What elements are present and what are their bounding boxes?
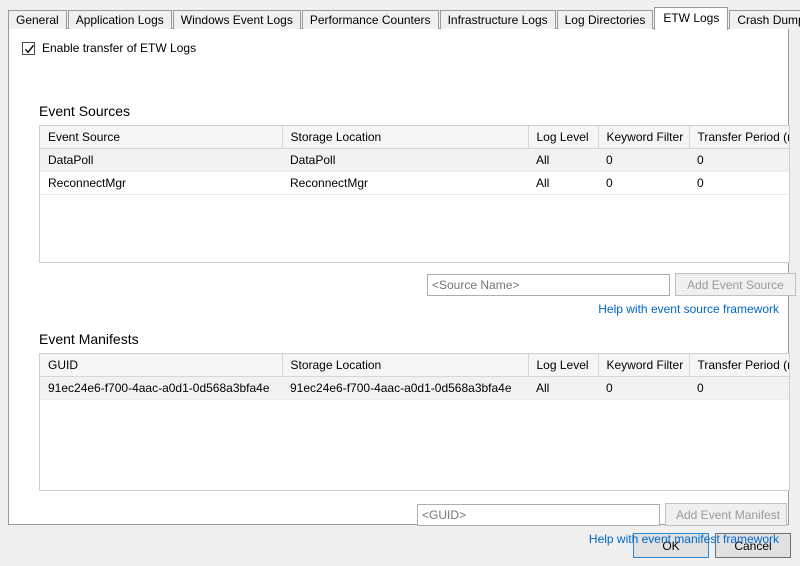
column-header-guid[interactable]: GUID xyxy=(40,354,283,377)
column-header-event-source[interactable]: Event Source xyxy=(40,126,283,149)
table-row[interactable]: ReconnectMgr ReconnectMgr All 0 0 xyxy=(40,171,789,195)
tab-strip: General Application Logs Windows Event L… xyxy=(8,7,800,30)
grid-header-row: GUID Storage Location Log Level Keyword … xyxy=(40,354,789,377)
tab-performance-counters[interactable]: Performance Counters xyxy=(301,10,439,29)
tab-general[interactable]: General xyxy=(8,10,67,29)
event-manifests-grid[interactable]: GUID Storage Location Log Level Keyword … xyxy=(39,353,790,491)
add-event-source-button[interactable]: Add Event Source xyxy=(675,273,796,296)
cell-storage-location: 91ec24e6-f700-4aac-a0d1-0d568a3bfa4e xyxy=(282,376,528,400)
tab-etw-logs[interactable]: ETW Logs xyxy=(654,7,729,30)
cell-storage-location: DataPoll xyxy=(282,148,528,172)
table-row[interactable]: 91ec24e6-f700-4aac-a0d1-0d568a3bfa4e 91e… xyxy=(40,376,789,400)
cell-transfer-period: 0 xyxy=(689,376,789,400)
table-row[interactable]: DataPoll DataPoll All 0 0 xyxy=(40,148,789,172)
cell-transfer-period: 0 xyxy=(689,148,789,172)
cell-event-source: DataPoll xyxy=(40,148,282,172)
cell-transfer-period: 0 xyxy=(689,171,789,195)
cell-log-level: All xyxy=(528,171,598,195)
tab-application-logs[interactable]: Application Logs xyxy=(67,10,172,29)
cell-keyword-filter: 0 xyxy=(598,148,689,172)
event-sources-heading: Event Sources xyxy=(39,103,131,119)
column-header-storage-location[interactable]: Storage Location xyxy=(282,126,529,149)
enable-etw-logs-checkbox-row[interactable]: Enable transfer of ETW Logs xyxy=(22,41,196,55)
checkmark-icon[interactable] xyxy=(22,41,35,55)
column-header-log-level[interactable]: Log Level xyxy=(528,354,599,377)
guid-input[interactable] xyxy=(417,503,660,526)
enable-etw-logs-label: Enable transfer of ETW Logs xyxy=(42,41,197,55)
cell-keyword-filter: 0 xyxy=(598,376,689,400)
add-event-manifest-button[interactable]: Add Event Manifest xyxy=(665,503,787,526)
cell-storage-location: ReconnectMgr xyxy=(282,171,528,195)
cell-log-level: All xyxy=(528,376,598,400)
cell-keyword-filter: 0 xyxy=(598,171,689,195)
add-event-source-row: Add Event Source xyxy=(427,273,796,296)
cell-log-level: All xyxy=(528,148,598,172)
add-event-manifest-row: Add Event Manifest xyxy=(417,503,787,526)
column-header-keyword-filter[interactable]: Keyword Filter xyxy=(598,354,690,377)
column-header-transfer-period[interactable]: Transfer Period (min) xyxy=(689,354,789,377)
event-manifests-heading: Event Manifests xyxy=(39,331,139,347)
column-header-storage-location[interactable]: Storage Location xyxy=(282,354,529,377)
tab-content-panel: Enable transfer of ETW Logs Event Source… xyxy=(8,28,796,546)
event-source-framework-help-link[interactable]: Help with event source framework xyxy=(598,302,779,316)
column-header-log-level[interactable]: Log Level xyxy=(528,126,599,149)
tab-crash-dumps[interactable]: Crash Dumps xyxy=(729,10,800,29)
grid-header-row: Event Source Storage Location Log Level … xyxy=(40,126,789,149)
column-header-transfer-period[interactable]: Transfer Period (min) xyxy=(689,126,789,149)
tab-log-directories[interactable]: Log Directories xyxy=(556,10,654,29)
column-header-keyword-filter[interactable]: Keyword Filter xyxy=(598,126,690,149)
event-manifest-framework-help-link[interactable]: Help with event manifest framework xyxy=(589,532,779,546)
tab-windows-event-logs[interactable]: Windows Event Logs xyxy=(172,10,301,29)
cell-event-source: ReconnectMgr xyxy=(40,171,282,195)
cell-guid: 91ec24e6-f700-4aac-a0d1-0d568a3bfa4e xyxy=(40,376,282,400)
tab-infrastructure-logs[interactable]: Infrastructure Logs xyxy=(439,10,556,29)
source-name-input[interactable] xyxy=(427,273,670,296)
event-sources-grid[interactable]: Event Source Storage Location Log Level … xyxy=(39,125,790,263)
